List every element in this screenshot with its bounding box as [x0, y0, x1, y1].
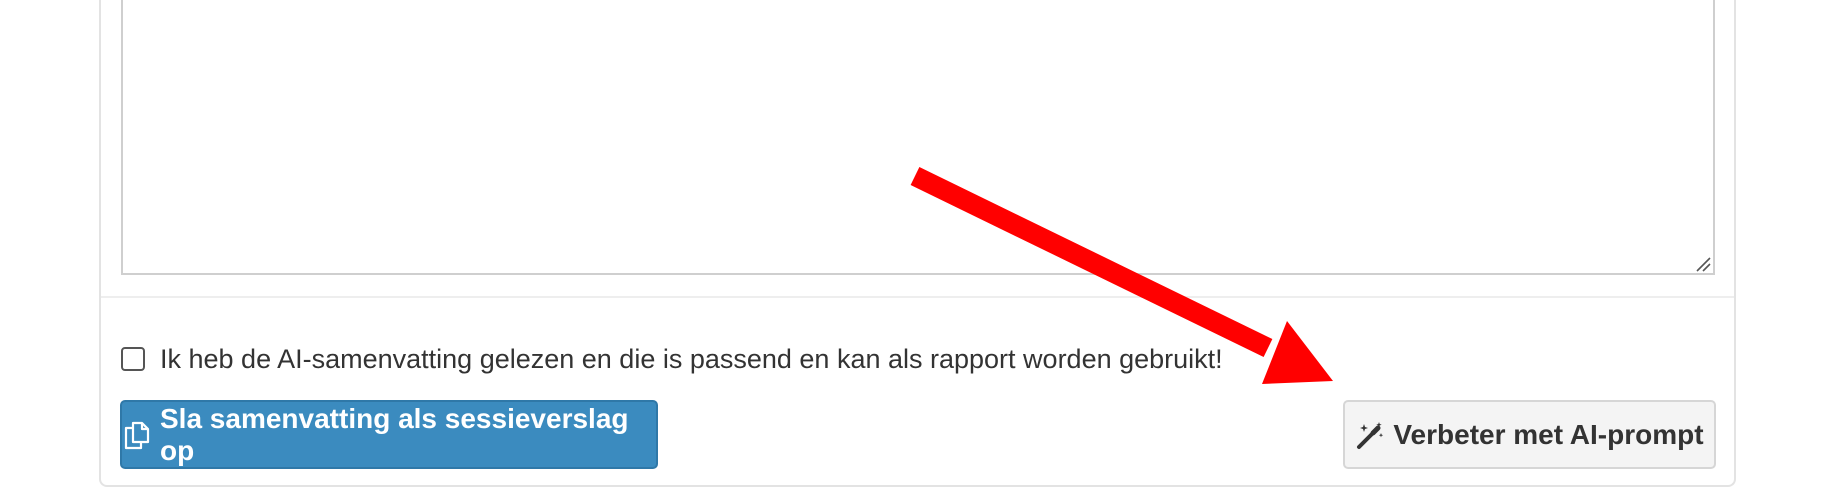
confirm-checkbox[interactable]: [121, 347, 145, 371]
save-summary-button[interactable]: Sla samenvatting als sessieverslag op: [120, 400, 658, 469]
improve-ai-button[interactable]: Verbeter met AI-prompt: [1343, 400, 1716, 469]
resize-handle-icon[interactable]: [1695, 256, 1711, 272]
confirm-checkbox-label[interactable]: Ik heb de AI-samenvatting gelezen en die…: [160, 344, 1223, 375]
divider: [101, 296, 1734, 298]
copy-icon: [122, 420, 152, 450]
summary-panel: Ik heb de AI-samenvatting gelezen en die…: [0, 0, 1848, 496]
improve-ai-button-label: Verbeter met AI-prompt: [1393, 418, 1704, 450]
save-summary-button-label: Sla samenvatting als sessieverslag op: [160, 402, 629, 466]
confirm-row: Ik heb de AI-samenvatting gelezen en die…: [121, 340, 1223, 378]
summary-textarea[interactable]: [121, 0, 1715, 275]
magic-wand-icon: [1355, 420, 1385, 450]
